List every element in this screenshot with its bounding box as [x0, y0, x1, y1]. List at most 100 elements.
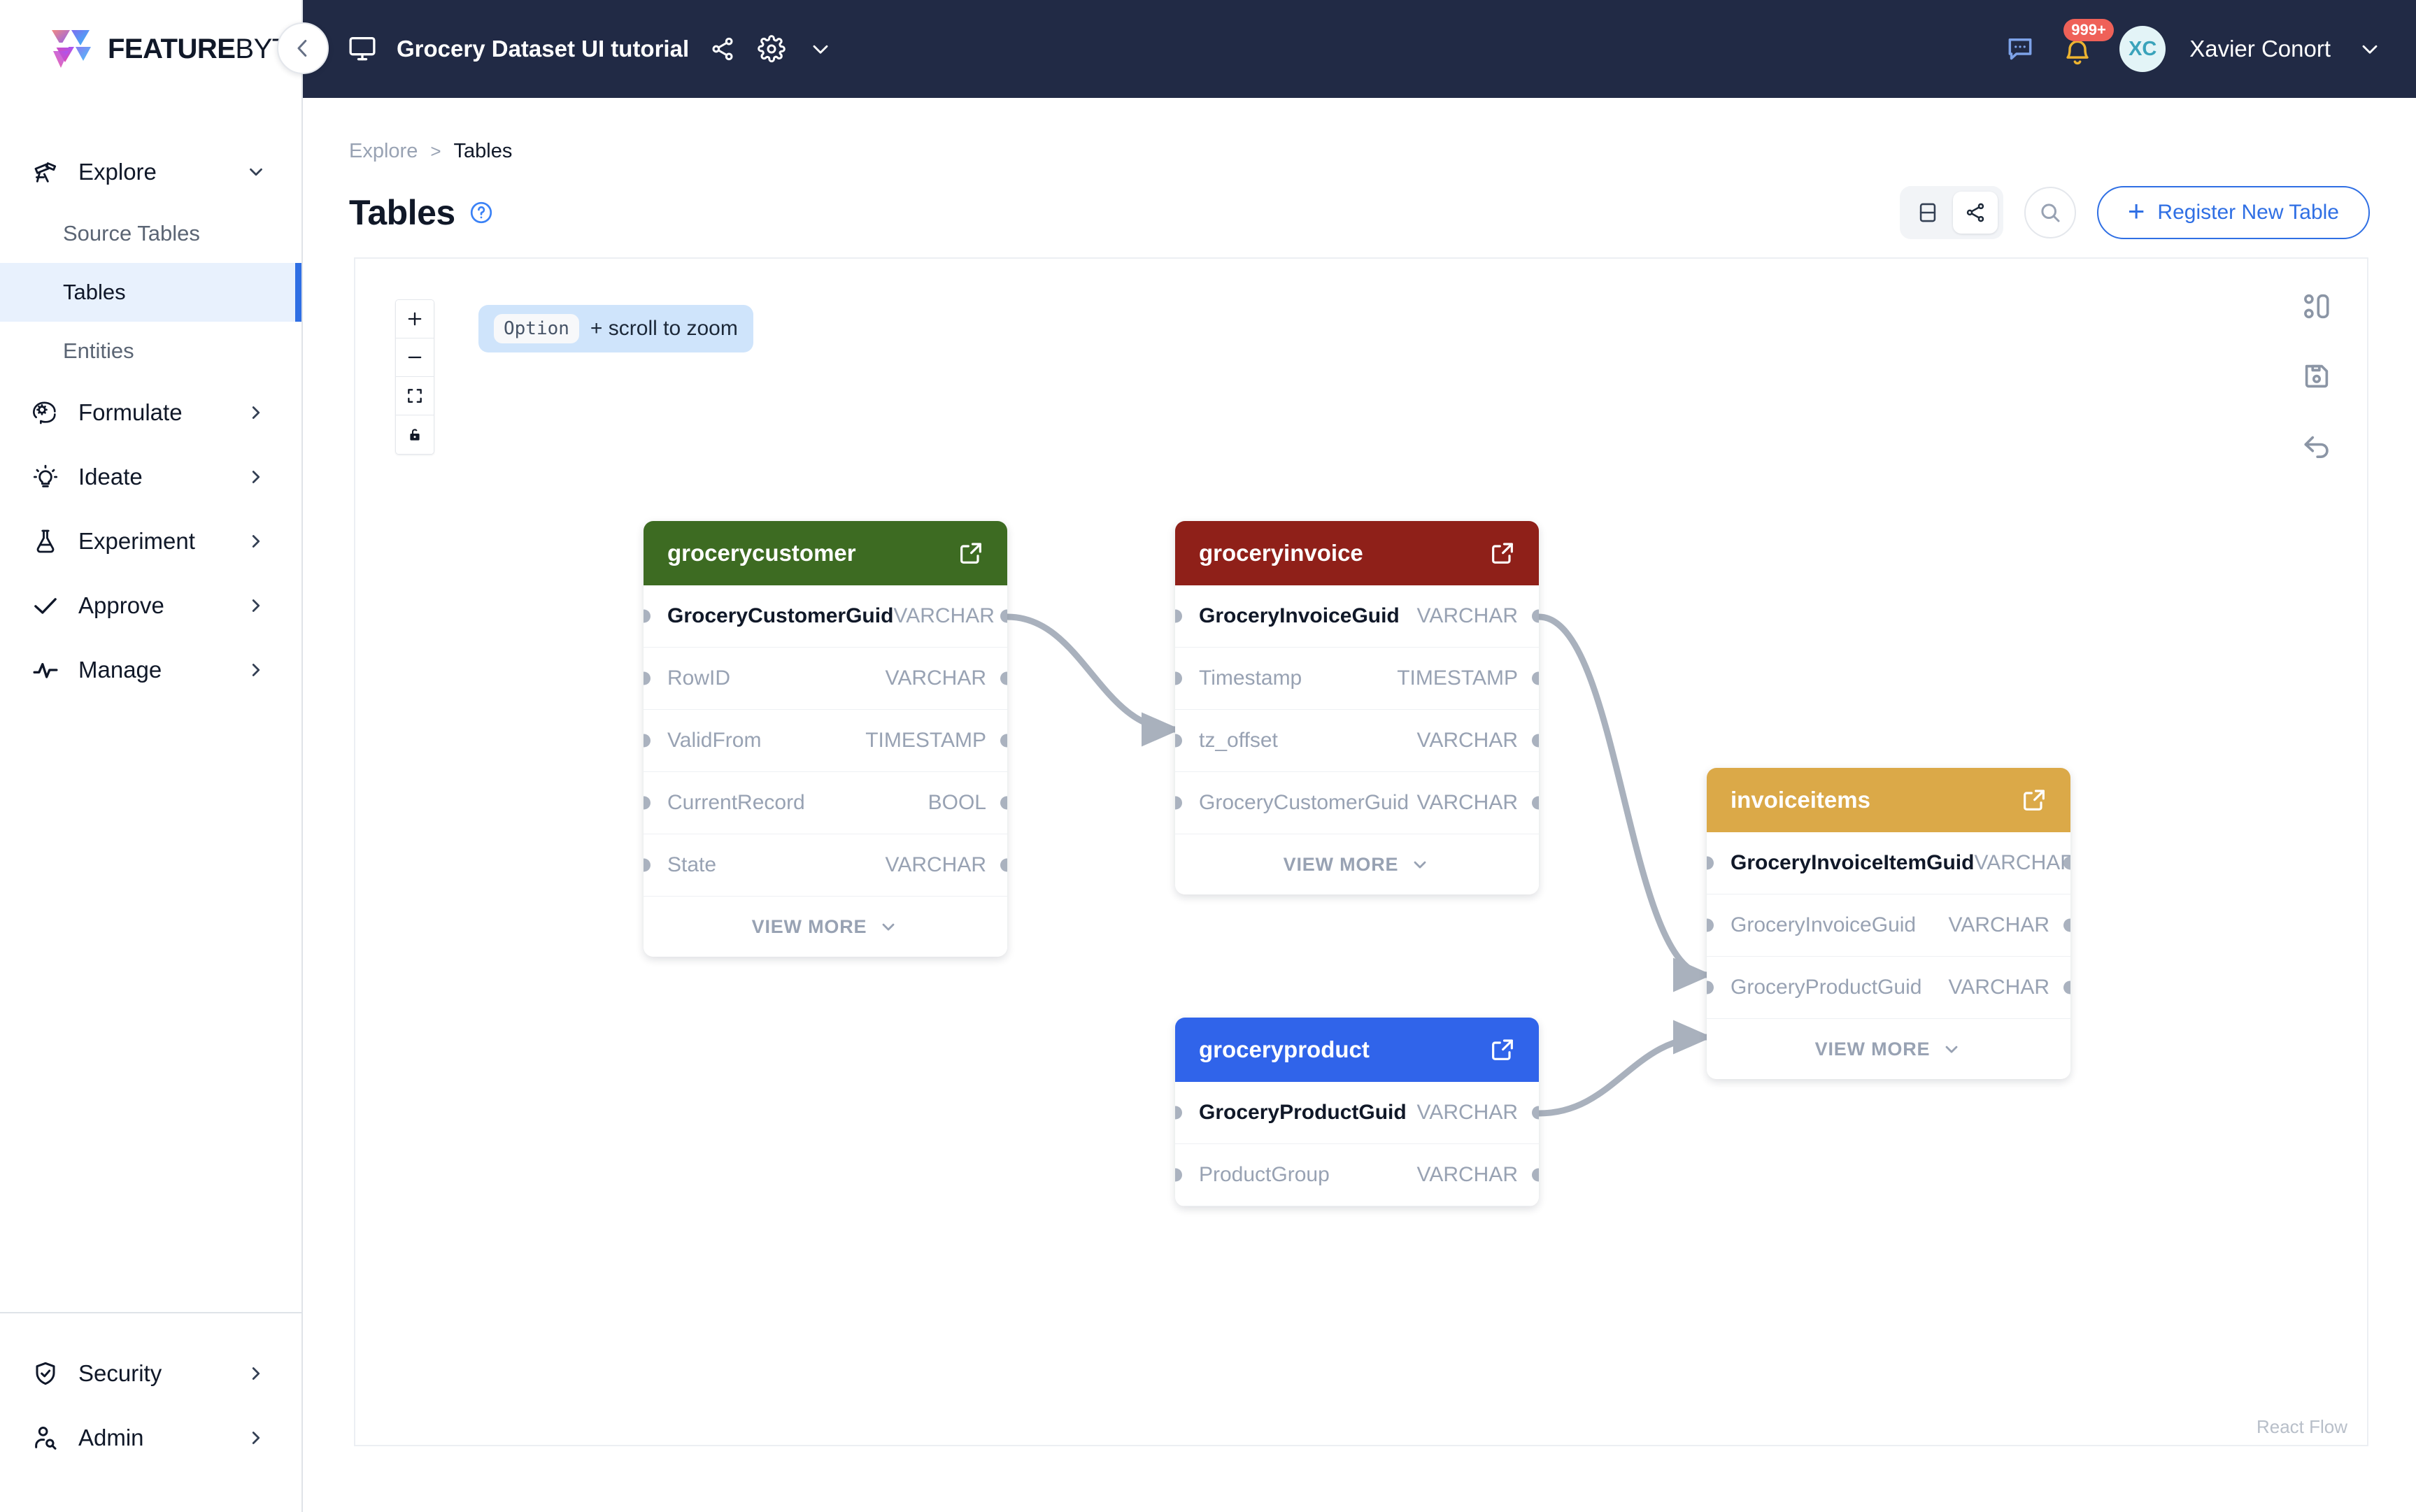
- table-row[interactable]: GroceryCustomerGuid VARCHAR: [644, 585, 1007, 648]
- column-type: VARCHAR: [1416, 729, 1518, 752]
- table-row[interactable]: GroceryInvoiceGuid VARCHAR: [1707, 894, 2070, 957]
- sidebar-item-explore[interactable]: Explore: [0, 140, 301, 204]
- table-row[interactable]: State VARCHAR: [644, 834, 1007, 897]
- view-more-button[interactable]: VIEW MORE: [1707, 1019, 2070, 1079]
- handle-right: [1532, 609, 1539, 623]
- zoom-hint: Option + scroll to zoom: [478, 305, 753, 352]
- node-inner: invoiceitems GroceryInvoiceItemGuid VARC…: [1707, 768, 2070, 1079]
- register-new-table-button[interactable]: + Register New Table: [2096, 186, 2370, 239]
- view-more-label: VIEW MORE: [1814, 1038, 1931, 1060]
- column-type: BOOL: [928, 791, 986, 814]
- workspace-title: Grocery Dataset UI tutorial: [397, 36, 690, 62]
- table-node-groceryproduct[interactable]: groceryproduct GroceryProductGuid VARCHA…: [1175, 1018, 1539, 1206]
- fit-view-icon[interactable]: [396, 377, 434, 415]
- column-type: VARCHAR: [885, 853, 986, 876]
- sidebar-item-ideate[interactable]: Ideate: [0, 445, 301, 509]
- chat-icon[interactable]: [2005, 34, 2035, 64]
- handle-left: [1707, 918, 1714, 932]
- column-name: GroceryCustomerGuid: [667, 604, 894, 627]
- table-row[interactable]: Timestamp TIMESTAMP: [1175, 648, 1539, 710]
- topbar-right: 999+ XC Xavier Conort: [2005, 19, 2385, 72]
- zoom-in-button[interactable]: [396, 300, 434, 338]
- notifications-button[interactable]: 999+: [2059, 19, 2114, 68]
- layout-icon[interactable]: [2298, 288, 2335, 324]
- handle-right: [1532, 671, 1539, 685]
- chevron-down-icon: [1409, 854, 1430, 875]
- avatar[interactable]: XC: [2119, 26, 2166, 72]
- node-header: grocerycustomer: [644, 521, 1007, 585]
- open-external-icon[interactable]: [2019, 785, 2049, 815]
- app-root: FEATUREBYTE Explore Source Tables Tables…: [0, 0, 2416, 1512]
- column-name: GroceryProductGuid: [1199, 1101, 1407, 1124]
- column-name: ValidFrom: [667, 729, 762, 752]
- sidebar-item-experiment[interactable]: Experiment: [0, 509, 301, 573]
- sidebar-item-tables[interactable]: Tables: [0, 263, 301, 322]
- table-row[interactable]: CurrentRecord BOOL: [644, 772, 1007, 834]
- sidebar-item-formulate[interactable]: Formulate: [0, 380, 301, 445]
- sidebar-item-security[interactable]: Security: [0, 1341, 301, 1406]
- sidebar-item-label: Manage: [78, 657, 162, 683]
- table-row[interactable]: GroceryInvoiceGuid VARCHAR: [1175, 585, 1539, 648]
- handle-right: [1532, 796, 1539, 810]
- gear-icon[interactable]: [756, 34, 787, 64]
- table-row[interactable]: tz_offset VARCHAR: [1175, 710, 1539, 772]
- canvas-inner: Option + scroll to zoom grocerycustomer …: [355, 259, 2367, 1445]
- table-row[interactable]: GroceryProductGuid VARCHAR: [1175, 1082, 1539, 1144]
- handle-right: [2063, 918, 2070, 932]
- sidebar-item-source-tables[interactable]: Source Tables: [0, 204, 301, 263]
- open-external-icon[interactable]: [1487, 538, 1518, 569]
- table-node-invoiceitems[interactable]: invoiceitems GroceryInvoiceItemGuid VARC…: [1707, 768, 2070, 1079]
- table-view-icon[interactable]: [1905, 192, 1950, 234]
- lightbulb-icon: [31, 462, 60, 492]
- column-name: State: [667, 853, 717, 876]
- column-type: VARCHAR: [1948, 913, 2049, 936]
- column-type: VARCHAR: [885, 666, 986, 690]
- handle-right: [1000, 796, 1007, 810]
- sidebar-item-admin[interactable]: Admin: [0, 1406, 301, 1470]
- search-icon[interactable]: [2024, 187, 2076, 238]
- graph-view-icon[interactable]: [1952, 192, 1998, 234]
- table-row[interactable]: ProductGroup VARCHAR: [1175, 1144, 1539, 1206]
- handle-left: [1175, 609, 1182, 623]
- breadcrumb-parent[interactable]: Explore: [349, 140, 418, 163]
- chevron-down-icon: [244, 160, 268, 184]
- sidebar-item-label: Approve: [78, 592, 164, 618]
- chevron-right-icon: [244, 401, 268, 425]
- sidebar-collapse-button[interactable]: [277, 22, 329, 74]
- open-external-icon[interactable]: [1487, 1034, 1518, 1065]
- chevron-down-icon[interactable]: [805, 34, 836, 64]
- undo-icon[interactable]: [2298, 428, 2335, 464]
- table-row[interactable]: RowID VARCHAR: [644, 648, 1007, 710]
- open-external-icon[interactable]: [955, 538, 986, 569]
- zoom-out-button[interactable]: [396, 338, 434, 377]
- graph-canvas[interactable]: Option + scroll to zoom grocerycustomer …: [354, 257, 2368, 1446]
- brain-gear-icon: [31, 398, 60, 427]
- table-row[interactable]: GroceryProductGuid VARCHAR: [1707, 957, 2070, 1019]
- breadcrumb-current: Tables: [453, 140, 513, 162]
- node-title: invoiceitems: [1731, 787, 1870, 813]
- view-more-button[interactable]: VIEW MORE: [644, 897, 1007, 957]
- activity-icon: [31, 655, 60, 685]
- lock-icon[interactable]: [396, 415, 434, 454]
- react-flow-attribution[interactable]: React Flow: [2257, 1416, 2347, 1438]
- share-icon[interactable]: [707, 34, 738, 64]
- chevron-right-icon: [244, 465, 268, 489]
- brand-logo[interactable]: FEATUREBYTE: [0, 0, 307, 98]
- table-row[interactable]: GroceryInvoiceItemGuid VARCHAR: [1707, 832, 2070, 894]
- column-type: VARCHAR: [1416, 604, 1518, 627]
- topbar: Grocery Dataset UI tutorial 999+ XC Xavi…: [277, 0, 2416, 98]
- notification-badge: 999+: [2063, 19, 2114, 41]
- column-name: GroceryCustomerGuid: [1199, 791, 1409, 814]
- sidebar-item-manage[interactable]: Manage: [0, 638, 301, 702]
- save-icon[interactable]: [2298, 358, 2335, 394]
- table-row[interactable]: ValidFrom TIMESTAMP: [644, 710, 1007, 772]
- chevron-down-icon[interactable]: [2354, 34, 2385, 64]
- sidebar-item-entities[interactable]: Entities: [0, 322, 301, 380]
- table-row[interactable]: GroceryCustomerGuid VARCHAR: [1175, 772, 1539, 834]
- table-node-groceryinvoice[interactable]: groceryinvoice GroceryInvoiceGuid VARCHA…: [1175, 521, 1539, 894]
- view-more-button[interactable]: VIEW MORE: [1175, 834, 1539, 894]
- column-type: VARCHAR: [1416, 1163, 1518, 1186]
- table-node-grocerycustomer[interactable]: grocerycustomer GroceryCustomerGuid VARC…: [644, 521, 1007, 957]
- sidebar-item-approve[interactable]: Approve: [0, 573, 301, 638]
- question-circle-icon[interactable]: [468, 199, 495, 226]
